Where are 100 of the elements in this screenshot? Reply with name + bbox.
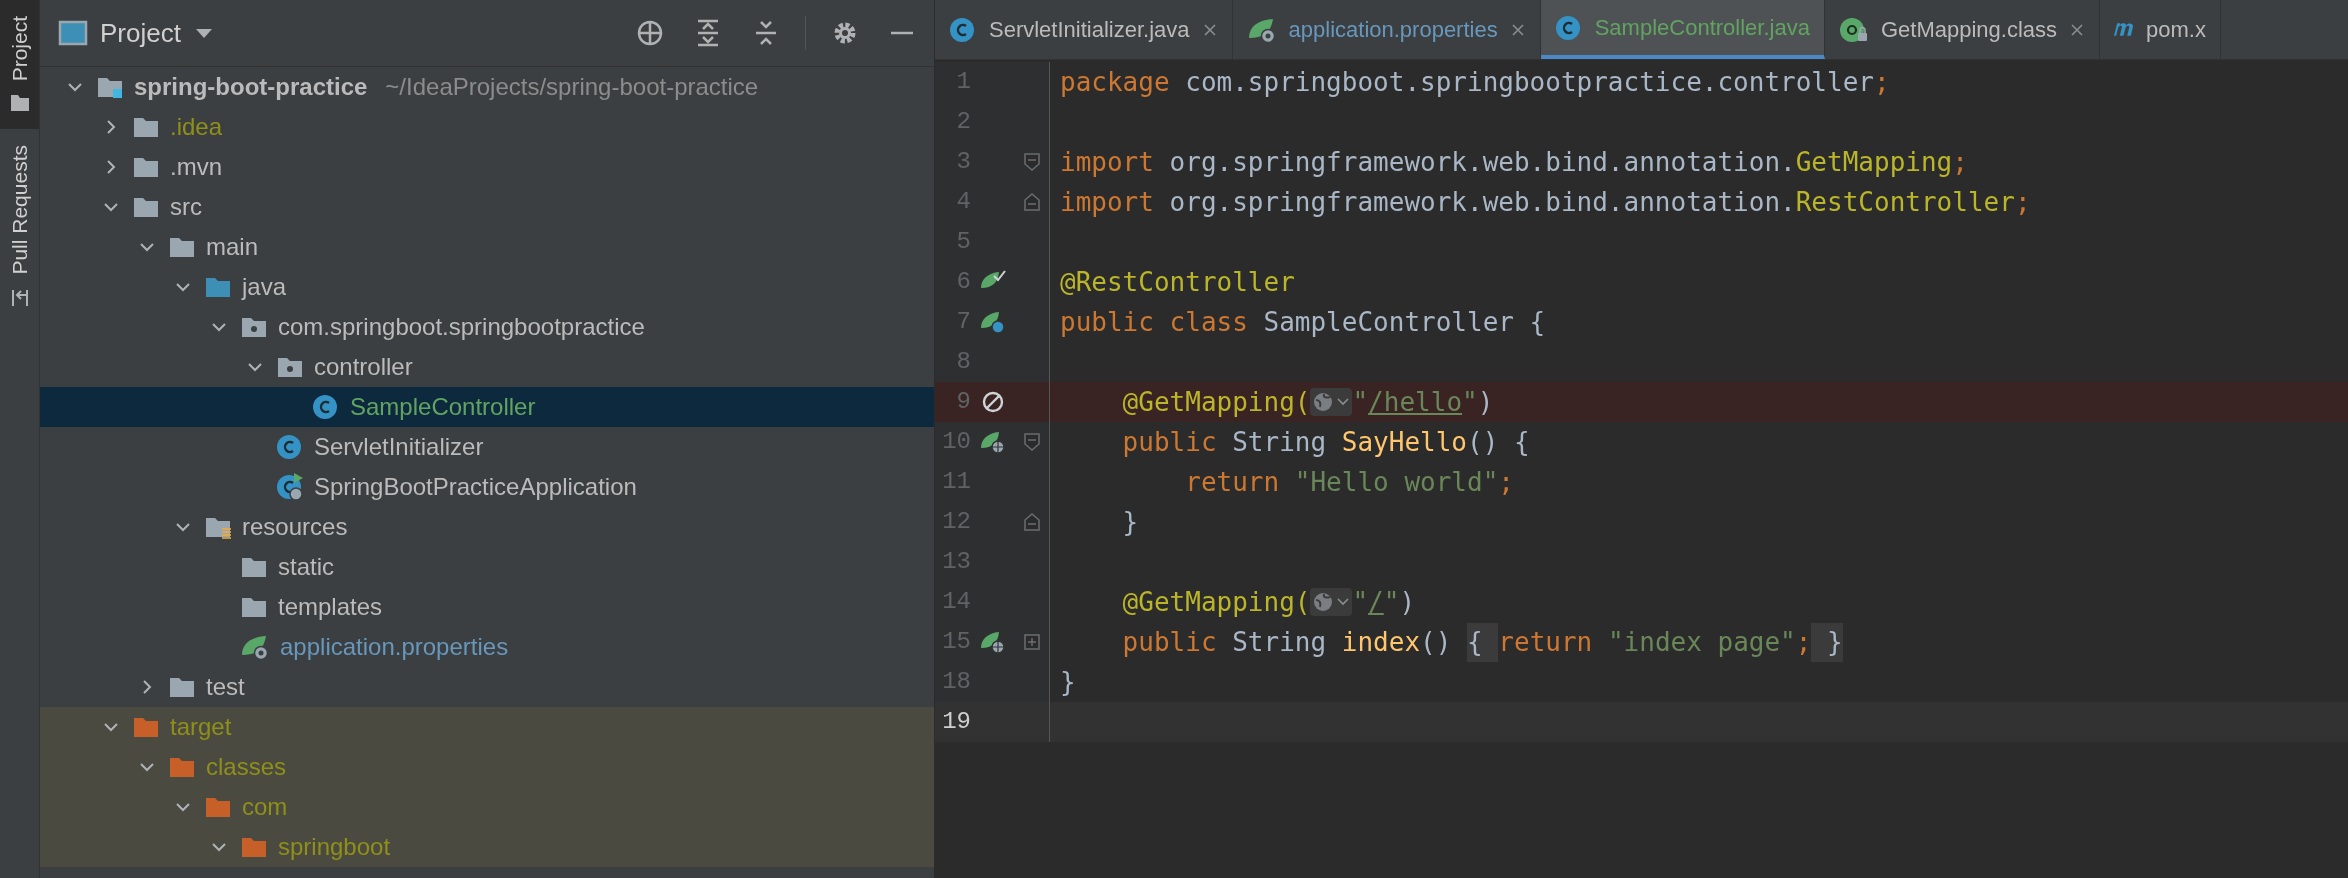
code-token: ; [1874,65,1890,99]
tree-item[interactable]: application.properties [40,627,934,667]
code-token: /hello [1368,385,1463,419]
editor-tab[interactable]: application.properties [1232,0,1541,59]
code-token: import [1060,145,1154,179]
unfold-icon[interactable] [1023,633,1041,651]
tree-item[interactable]: main [40,227,934,267]
code-token: } [1060,665,1076,699]
code-token: SampleController { [1262,305,1546,339]
tree-item[interactable]: com.springboot.springbootpractice [40,307,934,347]
code-token: RestController [1795,185,2015,219]
url-hint-icon[interactable] [1310,388,1353,416]
code-token: return [1498,625,1593,659]
code-token: package [1060,65,1170,99]
tree-item-label: com.springboot.springbootpractice [278,312,645,342]
line-number: 19 [941,707,971,737]
tree-item[interactable]: src [40,187,934,227]
code-token: { [1467,622,1499,662]
code-token: return [1184,465,1280,499]
tree-item-label: ServletInitializer [314,432,484,462]
excluded-folder-icon [168,755,196,779]
code-token: @RestController [1060,265,1295,299]
code-token: @GetMapping( [1121,385,1311,419]
tree-item-label: java [242,272,287,302]
package-icon [276,355,304,379]
panel-title[interactable]: Project [100,13,181,53]
bean-class-icon[interactable] [980,310,1006,334]
url-hint-icon[interactable] [1310,588,1353,616]
close-icon[interactable] [1201,21,1218,38]
code-token: / [1368,585,1384,619]
bean-globe-icon[interactable] [980,430,1006,454]
tree-item[interactable]: templates [40,587,934,627]
close-icon[interactable] [2069,21,2085,38]
code-token: " [1352,585,1369,619]
tree-item[interactable]: resources [40,507,934,547]
class-icon [312,393,340,421]
fold-icon[interactable] [1023,512,1041,532]
tree-item-label: main [206,232,259,262]
tree-item[interactable]: .mvn [40,147,934,187]
folder-icon [240,555,268,579]
tree-item[interactable]: SampleController [40,387,934,427]
tool-window-tab[interactable]: Project [0,0,39,130]
code-token: index [1341,625,1421,659]
code-token: () [1420,625,1453,659]
tree-item-label: SampleController [350,392,536,422]
annotation-icon [1838,15,1869,44]
project-folder-icon [96,75,124,99]
package-icon [240,315,268,339]
tree-item[interactable]: static [40,547,934,587]
tool-window-tab[interactable]: Pull Requests [0,129,39,325]
editor-tab[interactable]: GetMapping.class [1824,0,2100,59]
tree-item[interactable]: java [40,267,934,307]
fold-icon[interactable] [1023,192,1041,212]
folder-icon [132,155,160,179]
code-token: ) [1477,385,1494,419]
folder-icon [168,235,196,259]
tree-item[interactable]: .idea [40,107,934,147]
code-token: "Hello world" [1293,465,1499,499]
tree-item-label: com [242,792,288,822]
bean-globe-icon[interactable] [980,630,1006,654]
tree-item[interactable]: controller [40,347,934,387]
tree-item-label: resources [242,512,348,542]
tree-item-label: SpringBootPracticeApplication [314,472,637,502]
tab-label: Project [6,16,32,82]
fold-icon[interactable] [1023,152,1041,172]
tree-item[interactable]: ServletInitializer [40,427,934,467]
tree-item[interactable]: SpringBootPracticeApplication [40,467,934,507]
code-token: SayHello [1341,425,1467,459]
code-token: public [1121,425,1217,459]
code-token: @GetMapping( [1121,585,1311,619]
folder-icon [132,195,160,219]
locate-icon[interactable] [635,18,665,48]
project-path: ~/IdeaProjects/spring-boot-practice [385,72,759,102]
tree-item-label: springboot [278,832,391,862]
code-token: public class [1060,305,1248,339]
close-icon[interactable] [1509,21,1526,38]
code-token: ; [2014,185,2031,219]
code-token: " [1462,385,1478,419]
folder-icon [168,675,196,699]
excluded-folder-icon [204,795,232,819]
code-token: ; [1952,145,1968,179]
fold-icon[interactable] [1023,432,1041,452]
tab-label: Pull Requests [6,145,32,275]
tree-item-label: src [170,192,202,222]
code-token: String [1231,425,1328,459]
tab-label: ServletInitializer.java [989,16,1190,44]
source-folder-icon [204,275,232,299]
editor-tab[interactable]: ServletInitializer.java [935,0,1233,59]
editor-tab[interactable]: pom.x [2100,0,2221,59]
code-token: "index page" [1606,625,1796,659]
code-token: String [1231,625,1328,659]
code-token: ; [1795,625,1812,659]
tree-item[interactable]: test [40,667,934,707]
tab-label: pom.x [2146,16,2206,44]
code-token: " [1352,385,1369,419]
resources-folder-icon [204,515,232,539]
tree-item[interactable]: spring-boot-practice ~/IdeaProjects/spring-boot-practice [40,67,934,107]
class-icon [276,473,304,501]
maven-icon [2114,23,2134,36]
tree-item-label: .idea [170,112,223,142]
